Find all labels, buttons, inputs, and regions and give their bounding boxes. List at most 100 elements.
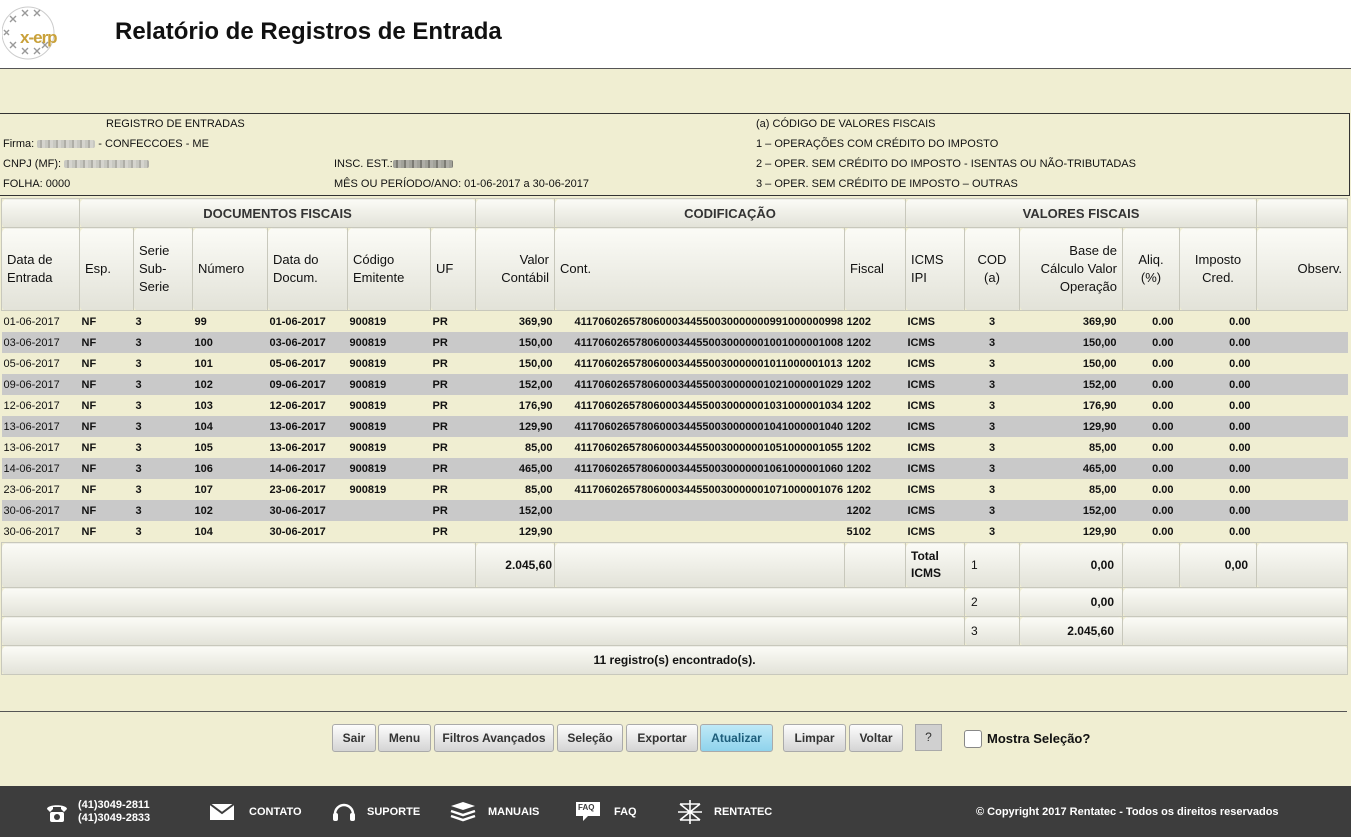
divider — [0, 711, 1347, 712]
table-cell — [554, 500, 845, 521]
col-header[interactable]: Data de Entrada — [1, 227, 80, 311]
footer-faq[interactable]: FAQ FAQ — [574, 786, 637, 837]
table-cell: 150,00 — [518, 357, 553, 370]
periodo: MÊS OU PERÍODO/ANO: 01-06-2017 a 30-06-2… — [334, 178, 589, 190]
mostra-selecao-checkbox[interactable] — [964, 730, 982, 748]
atualizar-button[interactable]: Atualizar — [700, 724, 773, 752]
table-row[interactable]: 09-06-2017 NF 3 102 09-06-2017 900819 PR 152,00… — [1, 374, 1348, 395]
limpar-button[interactable]: Limpar — [783, 724, 846, 752]
table-cell: 3 — [988, 399, 996, 412]
page-title: Relatório de Registros de Entrada — [115, 18, 502, 45]
col-header[interactable]: Cont. — [554, 227, 845, 311]
table-row[interactable]: 30-06-2017 NF 3 102 30-06-2017 PR 152,00 1202 IC… — [1, 500, 1348, 521]
manuais-link[interactable]: MANUAIS — [488, 806, 539, 818]
table-cell: 0.00 — [1179, 500, 1257, 521]
col-header[interactable]: Serie Sub-Serie — [133, 227, 193, 311]
col-header[interactable]: Data do Docum. — [267, 227, 348, 311]
table-row[interactable]: 13-06-2017 NF 3 105 13-06-2017 900819 PR 85,00 4… — [2, 437, 1348, 458]
col-header[interactable]: Esp. — [79, 227, 134, 311]
table-row[interactable]: 05-06-2017 NF 3 101 05-06-2017 900819 PR 150,00… — [2, 353, 1348, 374]
table-cell: NF — [81, 315, 97, 328]
totals-spacer-cod — [554, 542, 845, 588]
table-row[interactable]: 13-06-2017 NF 3 104 13-06-2017 900819 PR 129,90… — [1, 416, 1348, 437]
table-cell: 3 — [964, 500, 1020, 521]
table-row[interactable]: 12-06-2017 NF 3 103 12-06-2017 900819 PR 176,90… — [2, 395, 1348, 416]
col-header[interactable]: Observ. — [1256, 227, 1349, 311]
total-icms-label: Total ICMS — [905, 542, 965, 588]
col-header[interactable]: Imposto Cred. — [1178, 227, 1258, 311]
help-button[interactable]: ? — [915, 724, 942, 751]
col-header[interactable]: Aliq. (%) — [1122, 227, 1180, 311]
col-header[interactable]: Base de Cálculo Valor Operação — [1019, 227, 1123, 311]
table-cell: 0.00 — [1229, 483, 1251, 496]
footer-manuais[interactable]: MANUAIS — [449, 786, 539, 837]
table-cell: 0.00 — [1179, 374, 1257, 395]
suporte-link[interactable]: SUPORTE — [367, 806, 420, 818]
table-cell: ICMS — [907, 399, 936, 412]
mostra-selecao-label[interactable]: Mostra Seleção? — [987, 731, 1090, 746]
table-row[interactable]: 01-06-2017 NF 3 99 01-06-2017 900819 PR 369,90 4… — [2, 311, 1348, 333]
table-cell: 129,90 — [1082, 525, 1117, 538]
table-row[interactable]: 14-06-2017 NF 3 106 14-06-2017 900819 PR 465,00… — [1, 458, 1348, 479]
table-cell: 900819 — [347, 458, 431, 479]
table-cell: NF — [81, 525, 97, 538]
table-cell: 176,90 — [1082, 399, 1117, 412]
filtros-avancados-button[interactable]: Filtros Avançados — [434, 724, 554, 752]
col-header[interactable]: COD (a) — [964, 227, 1020, 311]
col-header[interactable]: Fiscal — [844, 227, 906, 311]
faq-icon-text: FAQ — [578, 802, 595, 812]
table-row[interactable]: 03-06-2017 NF 3 100 03-06-2017 900819 PR 150,00… — [1, 332, 1348, 353]
table-cell: 900819 — [347, 374, 431, 395]
phone-1: (41)3049-2811 — [78, 798, 150, 811]
table-cell: ICMS — [905, 458, 965, 479]
table-cell: 107 — [194, 483, 213, 496]
table-cell: 01-06-2017 — [269, 315, 326, 328]
col-header[interactable]: UF — [430, 227, 476, 311]
footer-phone[interactable]: (41)3049-2811 (41)3049-2833 — [44, 786, 150, 837]
sair-button[interactable]: Sair — [332, 724, 376, 752]
table-row[interactable]: 30-06-2017 NF 3 104 30-06-2017 PR 129,90 5102 IC… — [2, 521, 1348, 543]
col-header[interactable]: Valor Contábil — [475, 227, 555, 311]
table-cell: 900819 — [349, 399, 387, 412]
table-cell: NF — [81, 483, 97, 496]
menu-button[interactable]: Menu — [378, 724, 431, 752]
table-cell: 3 — [988, 357, 996, 370]
exportar-button[interactable]: Exportar — [626, 724, 698, 752]
table-cell — [1256, 416, 1348, 437]
table-cell — [1256, 458, 1348, 479]
table-cell: 3 — [133, 374, 193, 395]
table-cell: 1202 — [846, 357, 871, 370]
table-cell: 12-06-2017 — [269, 399, 326, 412]
table-cell: 3 — [135, 483, 142, 496]
table-cell: 4117060265780600034455003000000102100000… — [554, 374, 845, 395]
table-cell: 105 — [194, 441, 213, 454]
totals-spacer — [1, 616, 965, 646]
rentatec-link[interactable]: RENTATEC — [714, 806, 772, 818]
footer-contato[interactable]: CONTATO — [209, 786, 302, 837]
col-header[interactable]: Código Emitente — [347, 227, 431, 311]
group-empty-left — [1, 198, 80, 228]
table-cell: 150,00 — [475, 332, 555, 353]
footer-rentatec[interactable]: RENTATEC — [676, 786, 772, 837]
table-cell: NF — [81, 399, 97, 412]
table-cell: 01-06-2017 — [3, 315, 60, 328]
col-header[interactable]: Número — [192, 227, 268, 311]
network-icon — [678, 799, 702, 824]
voltar-button[interactable]: Voltar — [849, 724, 903, 752]
table-cell: ICMS — [905, 416, 965, 437]
table-cell — [1257, 521, 1348, 543]
footer: (41)3049-2811 (41)3049-2833 CONTATO SUPOR… — [0, 786, 1351, 837]
table-cell: NF — [79, 458, 134, 479]
table-cell: 3 — [964, 374, 1020, 395]
table-cell — [1257, 479, 1348, 500]
selecao-button[interactable]: Seleção — [557, 724, 623, 752]
col-header[interactable]: ICMS IPI — [905, 227, 965, 311]
table-cell: 100 — [192, 332, 268, 353]
faq-link[interactable]: FAQ — [614, 806, 637, 818]
contato-link[interactable]: CONTATO — [249, 806, 302, 818]
table-cell: 13-06-2017 — [1, 416, 80, 437]
table-row[interactable]: 23-06-2017 NF 3 107 23-06-2017 900819 PR 85,00 4… — [2, 479, 1348, 500]
group-empty-right — [1256, 198, 1349, 228]
footer-suporte[interactable]: SUPORTE — [331, 786, 420, 837]
table-cell: 102 — [192, 374, 268, 395]
